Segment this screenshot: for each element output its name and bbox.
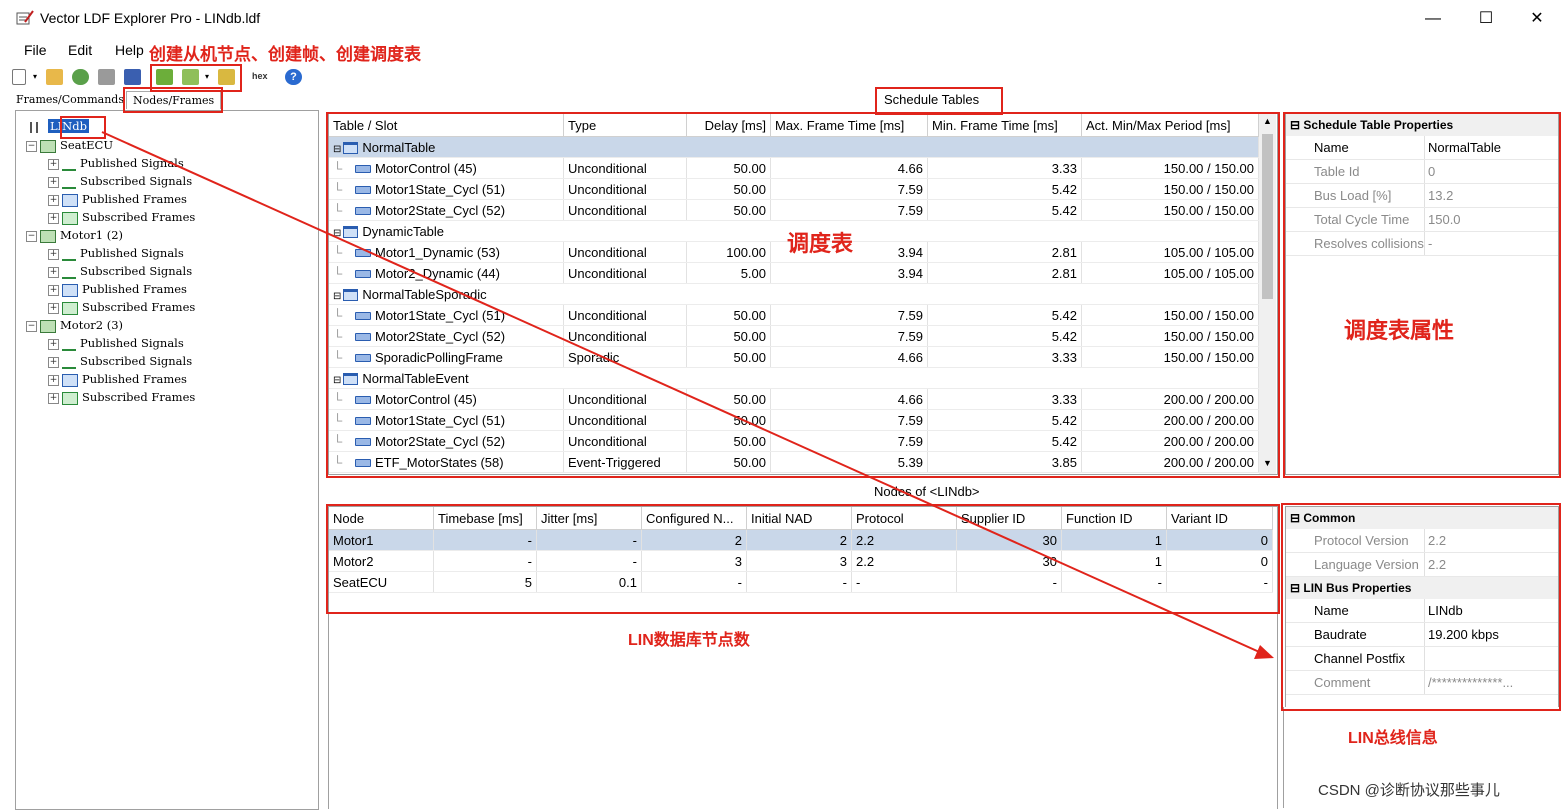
watermark: CSDN @诊断协议那些事儿 [1318,782,1500,799]
annotation-arrow [101,131,1274,659]
